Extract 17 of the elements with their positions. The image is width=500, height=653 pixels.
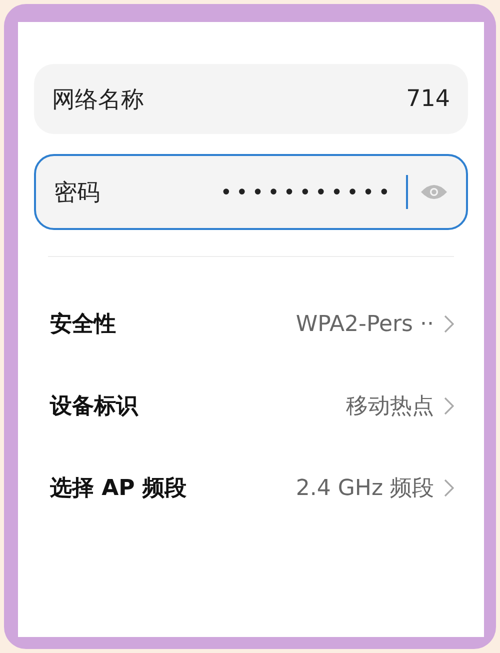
setting-value[interactable]: 2.4 GHz 频段	[296, 473, 434, 503]
chevron-icon	[444, 315, 454, 333]
setting-value[interactable]: WPA2-Pers ··	[296, 312, 434, 336]
setting-label: 设备标识	[50, 393, 140, 421]
field-label: 网络名称	[52, 86, 145, 114]
password-field[interactable]: 密码 •••••••••••	[34, 154, 468, 230]
input-field[interactable]: 网络名称 714	[34, 64, 468, 134]
setting-label: 选择 AP 频段	[50, 475, 188, 503]
chevron-icon	[444, 397, 454, 415]
chevron-icon	[444, 479, 454, 497]
field-label: 密码	[54, 178, 101, 208]
eye-icon[interactable]	[420, 183, 448, 201]
setting-value[interactable]: 移动热点	[346, 391, 434, 421]
text-caret	[406, 175, 408, 209]
setting-label: 安全性	[50, 310, 117, 339]
password-dots: •••••••••••	[220, 180, 394, 204]
field-value: 714	[406, 86, 450, 112]
